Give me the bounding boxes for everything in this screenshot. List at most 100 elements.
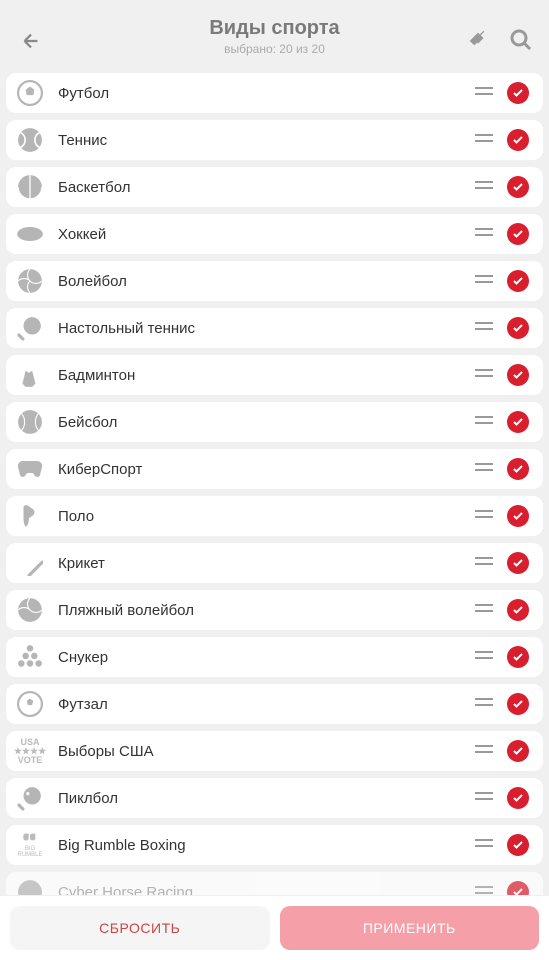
sport-label: КиберСпорт bbox=[58, 461, 475, 478]
snooker-icon bbox=[16, 643, 44, 671]
baseball-icon bbox=[16, 408, 44, 436]
tabletennis-icon bbox=[16, 314, 44, 342]
sport-item[interactable]: Хоккей bbox=[6, 214, 543, 254]
reset-button[interactable]: СБРОСИТЬ bbox=[10, 906, 270, 950]
drag-handle-icon[interactable] bbox=[475, 225, 493, 243]
hockey-icon bbox=[16, 220, 44, 248]
rumble-icon: BIG RUMBLE bbox=[16, 831, 44, 859]
drag-handle-icon[interactable] bbox=[475, 789, 493, 807]
sport-item[interactable]: Теннис bbox=[6, 120, 543, 160]
pickleball-icon bbox=[16, 784, 44, 812]
football-icon bbox=[16, 79, 44, 107]
selected-check-icon[interactable] bbox=[507, 646, 529, 668]
selected-check-icon[interactable] bbox=[507, 270, 529, 292]
footer: СБРОСИТЬ ПРИМЕНИТЬ bbox=[0, 896, 549, 960]
sport-label: Хоккей bbox=[58, 226, 475, 243]
sport-item[interactable]: Волейбол bbox=[6, 261, 543, 301]
esports-icon bbox=[16, 455, 44, 483]
sport-item[interactable]: Бадминтон bbox=[6, 355, 543, 395]
sport-label: Выборы США bbox=[58, 743, 475, 760]
drag-handle-icon[interactable] bbox=[475, 84, 493, 102]
selected-check-icon[interactable] bbox=[507, 599, 529, 621]
sport-label: Бадминтон bbox=[58, 367, 475, 384]
selected-check-icon[interactable] bbox=[507, 317, 529, 339]
sport-label: Теннис bbox=[58, 132, 475, 149]
polo-icon bbox=[16, 502, 44, 530]
futsal-icon bbox=[16, 690, 44, 718]
header: Виды спорта выбрано: 20 из 20 bbox=[0, 0, 549, 65]
selected-check-icon[interactable] bbox=[507, 129, 529, 151]
selected-check-icon[interactable] bbox=[507, 364, 529, 386]
selected-check-icon[interactable] bbox=[507, 82, 529, 104]
sport-item[interactable]: Пляжный волейбол bbox=[6, 590, 543, 630]
sport-label: Big Rumble Boxing bbox=[58, 837, 475, 854]
clear-icon[interactable] bbox=[467, 28, 489, 57]
sport-label: Cyber Horse Racing bbox=[58, 884, 475, 896]
selected-check-icon[interactable] bbox=[507, 740, 529, 762]
horse-icon bbox=[16, 878, 44, 895]
cricket-icon bbox=[16, 549, 44, 577]
sport-item[interactable]: BIG RUMBLE Big Rumble Boxing bbox=[6, 825, 543, 865]
sport-label: Футбол bbox=[58, 85, 475, 102]
drag-handle-icon[interactable] bbox=[475, 601, 493, 619]
tennis-icon bbox=[16, 126, 44, 154]
sports-list: Футбол Теннис Баскетбол Хоккей bbox=[0, 65, 549, 895]
sport-item[interactable]: Пиклбол bbox=[6, 778, 543, 818]
sport-item[interactable]: Футзал bbox=[6, 684, 543, 724]
drag-handle-icon[interactable] bbox=[475, 131, 493, 149]
sport-item[interactable]: Снукер bbox=[6, 637, 543, 677]
drag-handle-icon[interactable] bbox=[475, 554, 493, 572]
selected-check-icon[interactable] bbox=[507, 458, 529, 480]
sport-item[interactable]: Футбол bbox=[6, 73, 543, 113]
header-center: Виды спорта выбрано: 20 из 20 bbox=[16, 17, 533, 56]
sport-item[interactable]: Бейсбол bbox=[6, 402, 543, 442]
selected-check-icon[interactable] bbox=[507, 505, 529, 527]
selected-check-icon[interactable] bbox=[507, 411, 529, 433]
volleyball-icon bbox=[16, 267, 44, 295]
drag-handle-icon[interactable] bbox=[475, 742, 493, 760]
selected-check-icon[interactable] bbox=[507, 176, 529, 198]
sport-item[interactable]: Настольный теннис bbox=[6, 308, 543, 348]
sport-label: Баскетбол bbox=[58, 179, 475, 196]
sport-label: Футзал bbox=[58, 696, 475, 713]
sport-label: Пиклбол bbox=[58, 790, 475, 807]
sport-label: Пляжный волейбол bbox=[58, 602, 475, 619]
sport-item[interactable]: Крикет bbox=[6, 543, 543, 583]
drag-handle-icon[interactable] bbox=[475, 413, 493, 431]
sport-item[interactable]: КиберСпорт bbox=[6, 449, 543, 489]
basketball-icon bbox=[16, 173, 44, 201]
sport-label: Поло bbox=[58, 508, 475, 525]
back-button[interactable] bbox=[20, 30, 42, 57]
drag-handle-icon[interactable] bbox=[475, 178, 493, 196]
badminton-icon bbox=[16, 361, 44, 389]
drag-handle-icon[interactable] bbox=[475, 507, 493, 525]
drag-handle-icon[interactable] bbox=[475, 460, 493, 478]
selected-check-icon[interactable] bbox=[507, 552, 529, 574]
sport-item[interactable]: USA★★★★VOTE Выборы США bbox=[6, 731, 543, 771]
drag-handle-icon[interactable] bbox=[475, 695, 493, 713]
sport-label: Настольный теннис bbox=[58, 320, 475, 337]
drag-handle-icon[interactable] bbox=[475, 366, 493, 384]
apply-button[interactable]: ПРИМЕНИТЬ bbox=[280, 906, 540, 950]
page-title: Виды спорта bbox=[16, 17, 533, 40]
selected-check-icon[interactable] bbox=[507, 223, 529, 245]
selected-check-icon[interactable] bbox=[507, 834, 529, 856]
drag-handle-icon[interactable] bbox=[475, 883, 493, 895]
sport-item[interactable]: Cyber Horse Racing bbox=[6, 872, 543, 895]
sport-label: Бейсбол bbox=[58, 414, 475, 431]
sport-item[interactable]: Поло bbox=[6, 496, 543, 536]
usavote-icon: USA★★★★VOTE bbox=[16, 737, 44, 765]
drag-handle-icon[interactable] bbox=[475, 319, 493, 337]
selected-check-icon[interactable] bbox=[507, 787, 529, 809]
drag-handle-icon[interactable] bbox=[475, 272, 493, 290]
sport-item[interactable]: Баскетбол bbox=[6, 167, 543, 207]
sport-label: Крикет bbox=[58, 555, 475, 572]
selected-check-icon[interactable] bbox=[507, 693, 529, 715]
drag-handle-icon[interactable] bbox=[475, 836, 493, 854]
header-actions bbox=[467, 28, 533, 57]
search-icon[interactable] bbox=[509, 28, 533, 57]
sport-label: Волейбол bbox=[58, 273, 475, 290]
beachvolley-icon bbox=[16, 596, 44, 624]
drag-handle-icon[interactable] bbox=[475, 648, 493, 666]
selected-check-icon[interactable] bbox=[507, 881, 529, 895]
